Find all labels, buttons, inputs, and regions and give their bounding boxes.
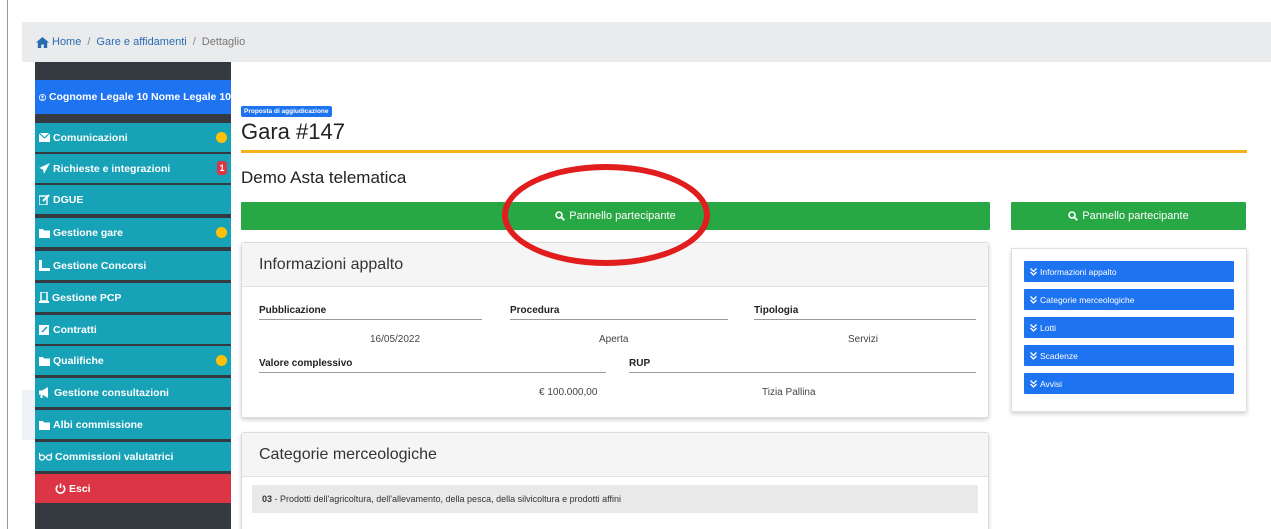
- page: Home / Gare e affidamenti / Dettaglio Co…: [0, 0, 1271, 529]
- pubblicazione-label: Pubblicazione: [259, 305, 482, 320]
- home-icon: [36, 36, 49, 48]
- double-chevron-down-icon: [1030, 379, 1037, 388]
- section-nav-panel: Informazioni appalto Categorie merceolog…: [1011, 248, 1247, 412]
- annotation-ellipse: [502, 164, 710, 266]
- pannello-partecipante-button-right[interactable]: Pannello partecipante: [1011, 202, 1246, 230]
- valore-label: Valore complessivo: [259, 358, 606, 373]
- glasses-icon: [39, 453, 52, 461]
- categorie-card: Categorie merceologiche 03 - Prodotti de…: [241, 432, 989, 529]
- sidebar-item-richieste[interactable]: Richieste e integrazioni 1: [35, 154, 231, 183]
- sidebar-item-label: Gestione Concorsi: [53, 259, 147, 272]
- sidebar-item-contratti[interactable]: Contratti: [35, 315, 231, 344]
- sidebar-item-albi-commissione[interactable]: Albi commissione: [35, 410, 231, 439]
- sidebar-item-label: Richieste e integrazioni: [53, 162, 171, 175]
- sidebar-item-label: DGUE: [53, 193, 84, 206]
- double-chevron-down-icon: [1030, 323, 1037, 332]
- sidebar-item-commissioni-valutatrici[interactable]: Commissioni valutatrici: [35, 442, 231, 471]
- sidebar-item-label: Comunicazioni: [53, 131, 128, 144]
- breadcrumb: Home / Gare e affidamenti / Dettaglio: [22, 22, 1271, 62]
- building-icon: [39, 292, 49, 303]
- procedura-label: Procedura: [510, 305, 728, 320]
- sidebar-item-label: Albi commissione: [53, 418, 143, 431]
- valore-value: € 100.000,00: [539, 387, 598, 398]
- sidebar-item-label: Gestione PCP: [52, 291, 122, 304]
- pubblicazione-value: 16/05/2022: [370, 334, 421, 345]
- sidebar-item-comunicazioni[interactable]: Comunicazioni: [35, 123, 231, 152]
- nav-scadenze[interactable]: Scadenze: [1024, 345, 1234, 366]
- sidebar-item-label: Contratti: [53, 323, 97, 336]
- rup-label: RUP: [629, 358, 976, 373]
- title-divider: [241, 150, 1247, 153]
- sidebar-item-label: Commissioni valutatrici: [55, 450, 174, 463]
- ruler-icon: [39, 260, 50, 271]
- envelope-icon: [39, 133, 50, 142]
- logout-button[interactable]: Esci: [35, 474, 231, 503]
- sidebar-item-gestione-gare[interactable]: Gestione gare: [35, 218, 231, 247]
- nav-label: Lotti: [1040, 322, 1057, 333]
- notification-dot: [216, 355, 227, 366]
- tipologia-value: Servizi: [848, 334, 879, 345]
- nav-lotti[interactable]: Lotti: [1024, 317, 1234, 338]
- nav-label: Categorie merceologiche: [1040, 294, 1135, 305]
- sidebar-item-gestione-pcp[interactable]: Gestione PCP: [35, 283, 231, 312]
- edit-icon: [39, 194, 50, 205]
- breadcrumb-current: Dettaglio: [201, 36, 246, 48]
- nav-label: Informazioni appalto: [1040, 266, 1117, 277]
- status-badge: Proposta di aggiudicazione: [241, 106, 332, 117]
- nav-informazioni-appalto[interactable]: Informazioni appalto: [1024, 261, 1234, 282]
- page-title: Gara #147: [241, 119, 345, 144]
- breadcrumb-home[interactable]: Home: [52, 36, 81, 48]
- notification-dot: [216, 132, 227, 143]
- category-text: - Prodotti dell'agricoltura, dell'alleva…: [272, 494, 621, 504]
- page-subtitle: Demo Asta telematica: [241, 168, 407, 187]
- sidebar: Cognome Legale 10 Nome Legale 10 Comunic…: [35, 62, 231, 529]
- breadcrumb-gare[interactable]: Gare e affidamenti: [96, 36, 186, 48]
- sidebar-item-label: Gestione consultazioni: [54, 386, 169, 399]
- sidebar-item-dgue[interactable]: DGUE: [35, 185, 231, 214]
- nav-categorie-merceologiche[interactable]: Categorie merceologiche: [1024, 289, 1234, 310]
- sidebar-user-name: Cognome Legale 10 Nome Legale 10: [48, 91, 231, 103]
- card-title: Categorie merceologiche: [242, 433, 988, 477]
- megaphone-icon: [39, 387, 48, 398]
- notification-badge: 1: [217, 161, 227, 175]
- info-appalto-card: Informazioni appalto Pubblicazione Proce…: [241, 242, 989, 418]
- power-icon: [55, 483, 66, 494]
- tipologia-label: Tipologia: [754, 305, 976, 320]
- folder-icon: [39, 356, 50, 366]
- folder-icon: [39, 420, 50, 430]
- paper-plane-icon: [39, 163, 50, 174]
- procedura-value: Aperta: [599, 334, 629, 345]
- button-label: Pannello partecipante: [1082, 210, 1189, 222]
- sidebar-user[interactable]: Cognome Legale 10 Nome Legale 10: [35, 80, 231, 114]
- double-chevron-down-icon: [1030, 267, 1037, 276]
- left-border: [7, 0, 8, 529]
- notification-dot: [216, 227, 227, 238]
- folder-icon: [39, 228, 50, 238]
- nav-avvisi[interactable]: Avvisi: [1024, 373, 1234, 394]
- sidebar-item-qualifiche[interactable]: Qualifiche: [35, 346, 231, 375]
- edit-icon: [39, 325, 49, 335]
- main-content: Proposta di aggiudicazione Gara #147 Dem…: [240, 62, 1250, 529]
- search-icon: [1068, 211, 1079, 221]
- logout-label: Esci: [69, 482, 91, 495]
- user-circle-icon: [39, 93, 46, 101]
- category-code: 03: [262, 494, 273, 504]
- sidebar-item-gestione-concorsi[interactable]: Gestione Concorsi: [35, 251, 231, 280]
- breadcrumb-separator: /: [87, 36, 91, 48]
- sidebar-item-gestione-consultazioni[interactable]: Gestione consultazioni: [35, 378, 231, 407]
- double-chevron-down-icon: [1030, 351, 1037, 360]
- nav-label: Scadenze: [1040, 350, 1078, 361]
- nav-label: Avvisi: [1040, 378, 1063, 389]
- category-row: 03 - Prodotti dell'agricoltura, dell'all…: [252, 485, 978, 513]
- breadcrumb-separator: /: [192, 36, 196, 48]
- sidebar-item-label: Gestione gare: [53, 226, 124, 239]
- double-chevron-down-icon: [1030, 295, 1037, 304]
- sidebar-item-label: Qualifiche: [53, 354, 104, 367]
- rup-value: Tizia Pallina: [762, 387, 816, 398]
- collapsed-panel: [22, 390, 35, 440]
